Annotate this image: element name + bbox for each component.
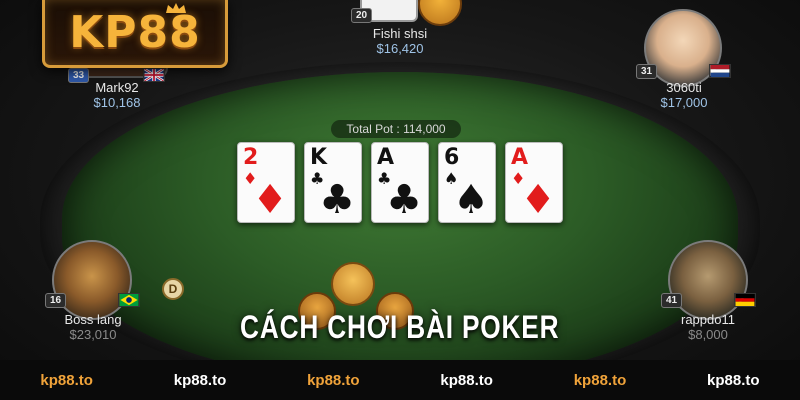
footer-link[interactable]: kp88.to (307, 372, 360, 389)
player-top-name: Fishi shsi (372, 26, 428, 41)
player-top-left-chips: $10,168 (93, 95, 141, 110)
card-rank: 6 (444, 145, 460, 170)
duck-avatar-icon (418, 0, 462, 26)
card-suit-large-icon: ♣ (319, 177, 355, 223)
footer-link[interactable]: kp88.to (440, 372, 493, 389)
logo-text: KP88 (69, 7, 201, 58)
player-top-right-name: 3060ti (666, 80, 702, 95)
card-suit-large-icon: ♣ (386, 177, 422, 223)
player-top-level: 20 (351, 8, 373, 23)
footer-link[interactable]: kp88.to (40, 372, 93, 389)
community-card-3: A ♣ ♣ (371, 142, 429, 223)
community-card-1: 2 ♦ ♦ (237, 142, 295, 223)
card-suit-large-icon: ♦ (252, 177, 288, 223)
player-top-left[interactable]: Mark92 $10,168 (57, 80, 177, 110)
player-top-right-chips: $17,000 (660, 95, 708, 110)
card-rank: K (310, 145, 328, 170)
footer-link[interactable]: kp88.to (707, 372, 760, 389)
player-top-right-level: 31 (636, 64, 658, 79)
player-top-right[interactable]: 3060ti $17,000 (624, 80, 744, 110)
community-card-5: A ♦ ♦ (505, 142, 563, 223)
player-top-chips: $16,420 (376, 41, 424, 56)
title-banner: CÁCH CHƠI BÀI POKER (0, 296, 800, 358)
footer-bar: kp88.to kp88.to kp88.to kp88.to kp88.to … (0, 360, 800, 400)
card-rank: A (377, 145, 395, 170)
player-top-left-name: Mark92 (95, 80, 139, 95)
player-top[interactable]: Fishi shsi $16,420 (340, 26, 460, 56)
community-card-2: K ♣ ♣ (304, 142, 362, 223)
card-suit-large-icon: ♠ (453, 177, 489, 223)
card-rank: A (511, 145, 529, 170)
community-card-4: 6 ♠ ♠ (438, 142, 496, 223)
total-pot: Total Pot : 114,000 (331, 120, 461, 138)
footer-link[interactable]: kp88.to (574, 372, 627, 389)
footer-link[interactable]: kp88.to (174, 372, 227, 389)
banner-title: CÁCH CHƠI BÀI POKER (240, 308, 560, 345)
card-rank: 2 (243, 145, 259, 170)
crown-icon (166, 3, 186, 13)
poker-table-screen: 20 Fishi shsi $16,420 33 Mark92 $10,168 … (0, 0, 800, 400)
kp88-logo[interactable]: KP88 (42, 0, 228, 68)
card-suit-large-icon: ♦ (520, 177, 556, 223)
netherlands-flag-icon (709, 64, 731, 78)
